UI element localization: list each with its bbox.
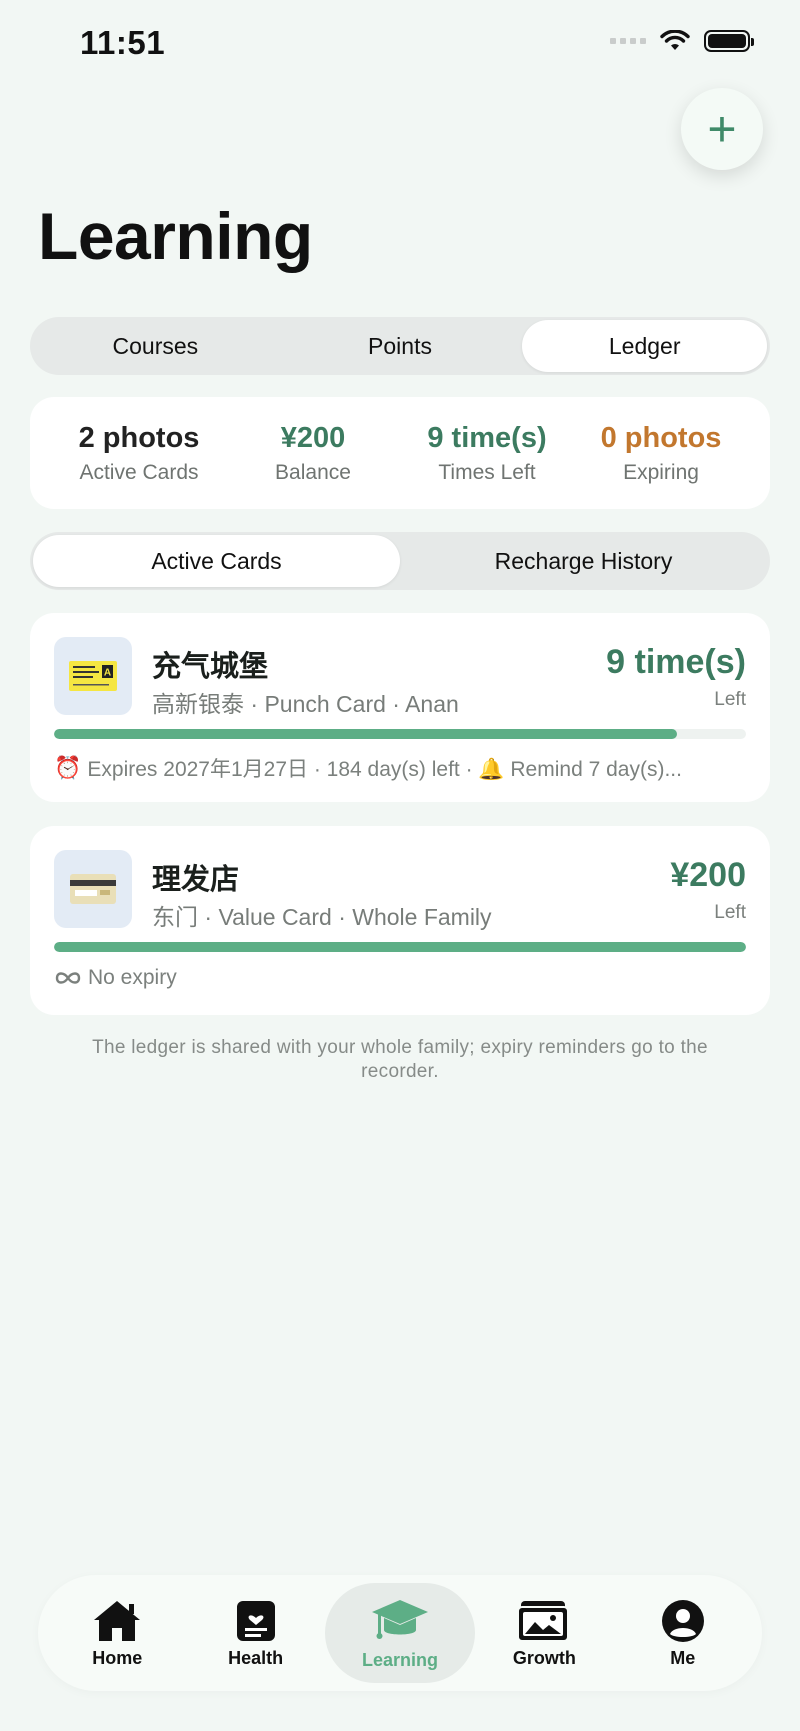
nav-label: Home [92,1647,143,1668]
tab-points[interactable]: Points [278,320,523,372]
card-item[interactable]: A 充气城堡 高新银泰 · Punch Card · Anan 9 time(s… [30,613,770,802]
card-subtitle: 东门 · Value Card · Whole Family [152,904,492,930]
nav-growth[interactable]: Growth [475,1583,613,1683]
card-footer-text: No expiry [88,966,177,989]
stat-balance: ¥200 Balance [226,422,400,485]
bottom-tab-bar: Home Health Learning Growth Me [38,1575,762,1691]
card-progress-fill [54,942,746,952]
stat-expiring: 0 photos Expiring [574,422,748,485]
stat-label: Times Left [438,460,536,484]
battery-icon [704,30,754,52]
card-progress-bar [54,729,746,739]
card-item[interactable]: 理发店 东门 · Value Card · Whole Family ¥200 … [30,826,770,1015]
person-icon [661,1599,704,1642]
svg-text:A: A [104,668,111,679]
nav-me[interactable]: Me [614,1583,752,1683]
tab-recharge-history[interactable]: Recharge History [400,535,767,587]
health-icon [236,1600,275,1641]
card-amount: 9 time(s) [606,643,746,681]
add-button[interactable]: + [681,88,763,170]
nav-learning[interactable]: Learning [324,1583,476,1683]
cards-segmented-control: Active Cards Recharge History [30,532,770,590]
nav-label: Growth [512,1647,576,1668]
stat-label: Active Cards [79,460,199,484]
photos-icon [517,1600,570,1642]
card-progress-fill [54,729,677,739]
ledger-footnote: The ledger is shared with your whole fam… [92,1037,708,1082]
stat-label: Expiring [623,460,699,484]
graduation-cap-icon [371,1599,428,1639]
tab-ledger[interactable]: Ledger [522,320,768,372]
alarm-clock-icon: ⏰ [54,755,82,780]
card-footer: No expiry [54,966,746,990]
wifi-icon [660,30,690,50]
cellular-signal-icon [610,38,646,44]
nav-home[interactable]: Home [48,1583,186,1683]
card-footer: ⏰ Expires 2027年1月27日 · 184 day(s) left ·… [54,753,746,783]
tab-courses[interactable]: Courses [33,320,278,372]
home-icon [94,1600,141,1641]
ledger-summary-card: 2 photos Active Cards ¥200 Balance 9 tim… [30,397,770,509]
learning-segmented-control: Courses Points Ledger [30,317,770,375]
stat-value: 2 photos [78,421,200,454]
nav-label: Health [228,1647,284,1668]
stat-value: 0 photos [600,421,722,454]
credit-card-thumbnail-icon [54,850,132,928]
stat-label: Balance [275,460,351,484]
status-icons [610,30,754,52]
page-title: Learning [38,199,313,273]
nav-label: Learning [361,1649,438,1670]
card-name: 理发店 [152,864,240,896]
stat-value: ¥200 [280,421,346,454]
ticket-thumbnail-icon: A [54,637,132,715]
stat-active-cards: 2 photos Active Cards [52,422,226,485]
card-amount: ¥200 [670,856,746,894]
tab-active-cards[interactable]: Active Cards [33,535,400,587]
card-footer-text: Expires 2027年1月27日 · 184 day(s) left · 🔔… [87,758,682,781]
card-amount-suffix: Left [714,689,746,710]
card-name: 充气城堡 [152,651,269,683]
infinity-icon [55,972,81,984]
stat-value: 9 time(s) [427,421,547,454]
card-subtitle: 高新银泰 · Punch Card · Anan [152,691,459,717]
status-time: 11:51 [80,24,166,61]
stat-times-left: 9 time(s) Times Left [400,422,574,485]
card-progress-bar [54,942,746,952]
card-amount-suffix: Left [714,902,746,923]
nav-health[interactable]: Health [186,1583,324,1683]
nav-label: Me [670,1647,696,1668]
